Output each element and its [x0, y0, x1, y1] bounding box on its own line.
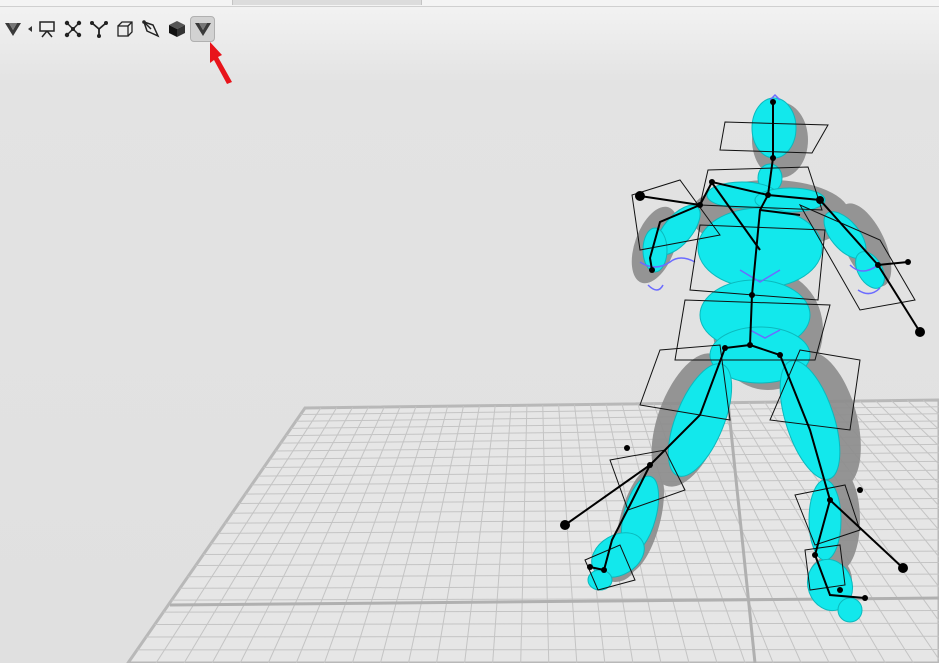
solid-cube-tool-button[interactable] [164, 16, 189, 42]
v-logo-icon [194, 23, 211, 36]
v-tool-active-button[interactable] [190, 16, 215, 42]
skeleton-tool-button[interactable] [86, 16, 111, 42]
toolbar [0, 14, 216, 44]
solid-cube-icon [168, 21, 185, 37]
tool-menu-arrow[interactable] [26, 16, 34, 42]
presentation-board-icon [38, 21, 55, 38]
box-tool-button[interactable] [112, 16, 137, 42]
pen-nib-icon [141, 20, 160, 38]
caret-left-icon [28, 26, 32, 32]
3d-viewport[interactable] [0, 80, 939, 663]
scatter-nodes-icon [64, 20, 81, 38]
display-toggle-button[interactable] [34, 16, 59, 42]
joint-tool-button[interactable] [60, 16, 85, 42]
y-branch-icon [89, 21, 108, 38]
wire-box-icon [116, 21, 133, 37]
pen-tool-button[interactable] [138, 16, 163, 42]
tab-stub[interactable] [232, 0, 422, 5]
logo-tool-button[interactable] [0, 16, 25, 42]
v-logo-icon [4, 23, 21, 36]
window-top-strip [0, 0, 939, 7]
